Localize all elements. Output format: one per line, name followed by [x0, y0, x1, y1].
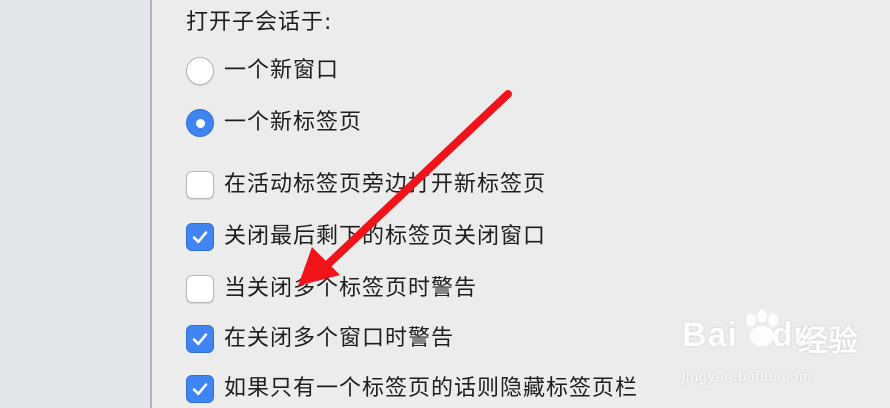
checkbox-label-warn-close-tabs: 当关闭多个标签页时警告	[224, 276, 478, 301]
checkmark-icon	[192, 383, 208, 396]
checkmark-icon	[192, 333, 208, 346]
checkmark-icon	[192, 231, 208, 244]
checkbox-open-beside-active[interactable]	[186, 171, 214, 199]
checkbox-row-close-last-tab[interactable]: 关闭最后剩下的标签页关闭窗口	[186, 220, 546, 254]
checkbox-row-hide-tab-bar[interactable]: 如果只有一个标签页的话则隐藏标签页栏	[186, 372, 638, 406]
radio-label-new-tab: 一个新标签页	[224, 110, 363, 135]
radio-label-new-window: 一个新窗口	[224, 58, 340, 83]
radio-button-new-tab[interactable]	[186, 109, 214, 137]
checkbox-label-warn-close-windows: 在关闭多个窗口时警告	[224, 326, 455, 351]
checkbox-row-warn-close-tabs[interactable]: 当关闭多个标签页时警告	[186, 272, 477, 306]
checkbox-label-close-last-tab: 关闭最后剩下的标签页关闭窗口	[224, 224, 547, 249]
checkbox-hide-tab-bar[interactable]	[186, 375, 214, 403]
preferences-content: 打开子会话于: 一个新窗口 一个新标签页 在活动标签页旁边打开新标签页 关闭最后…	[0, 0, 890, 404]
checkbox-warn-close-windows[interactable]	[186, 325, 214, 353]
checkbox-close-last-tab[interactable]	[186, 223, 214, 251]
checkbox-row-warn-close-windows[interactable]: 在关闭多个窗口时警告	[186, 322, 454, 356]
radio-button-new-window[interactable]	[186, 57, 214, 85]
radio-option-new-window[interactable]: 一个新窗口	[186, 54, 339, 88]
checkbox-label-hide-tab-bar: 如果只有一个标签页的话则隐藏标签页栏	[224, 376, 639, 401]
checkbox-warn-close-tabs[interactable]	[186, 275, 214, 303]
radio-option-new-tab[interactable]: 一个新标签页	[186, 106, 362, 140]
checkbox-row-open-beside-active[interactable]: 在活动标签页旁边打开新标签页	[186, 168, 546, 202]
checkbox-label-open-beside-active: 在活动标签页旁边打开新标签页	[224, 172, 547, 197]
open-in-section-title: 打开子会话于:	[186, 10, 333, 35]
